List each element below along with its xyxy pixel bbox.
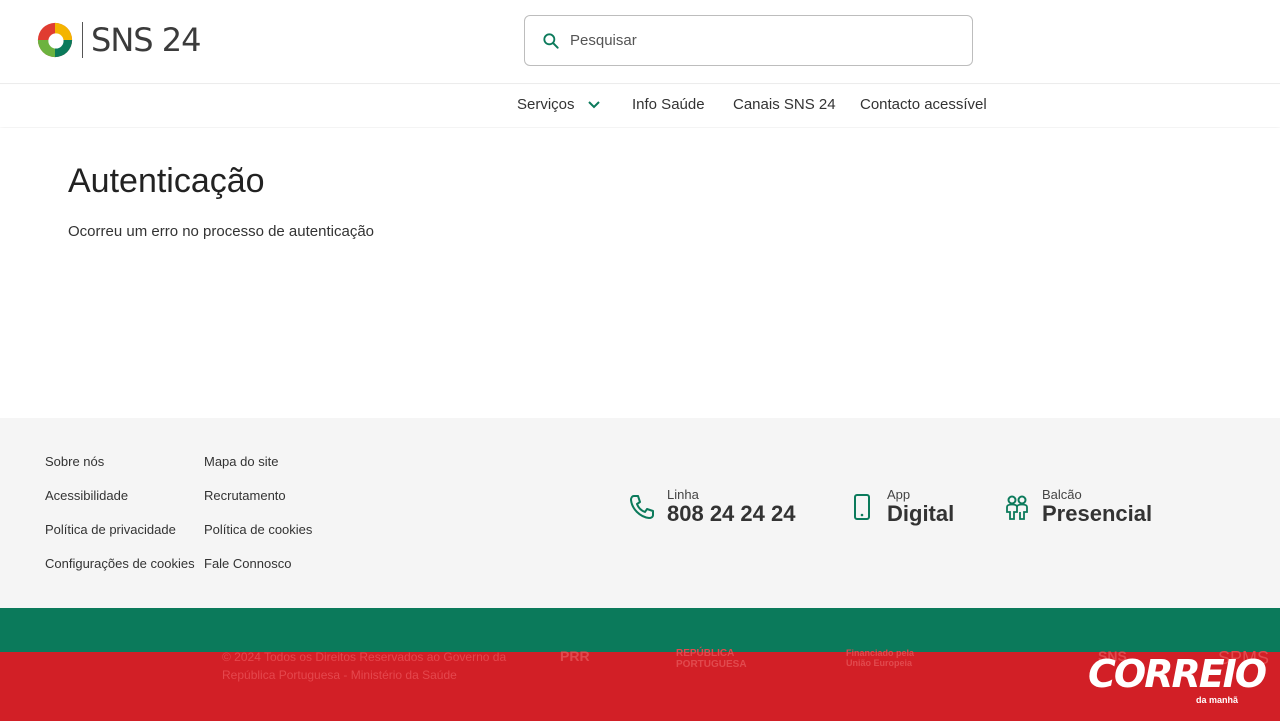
- channel-value: Digital: [887, 501, 955, 526]
- copyright-text: © 2024 Todos os Direitos Reservados ao G…: [222, 650, 507, 682]
- brand-name: SNS 24: [91, 21, 201, 59]
- footer-link-sobre-nos[interactable]: Sobre nós: [45, 454, 104, 469]
- smartphone-icon: [854, 494, 870, 520]
- nav-item-info-saude[interactable]: Info Saúde: [632, 96, 705, 113]
- footer-link-acessibilidade[interactable]: Acessibilidade: [45, 488, 128, 503]
- people-icon: [1006, 495, 1028, 520]
- channel-app[interactable]: App Digital: [847, 488, 954, 526]
- footer-link-configuracoes-cookies[interactable]: Configurações de cookies: [45, 556, 195, 571]
- site-header: SNS 24: [0, 0, 1280, 84]
- nav-item-canais-sns24[interactable]: Canais SNS 24: [733, 96, 836, 113]
- search-box[interactable]: [524, 15, 973, 66]
- site-footer: Sobre nós Acessibilidade Política de pri…: [0, 418, 1280, 608]
- channel-balcao[interactable]: Balcão Presencial: [1002, 488, 1152, 526]
- nav-label: Serviços: [517, 96, 575, 113]
- channel-label: Balcão: [1042, 487, 1082, 502]
- main-nav: Serviços Info Saúde Canais SNS 24 Contac…: [0, 85, 1280, 127]
- partner-logo-prr: PRR: [560, 648, 590, 664]
- nav-item-servicos[interactable]: Serviços: [517, 96, 601, 113]
- main-content: Autenticação Ocorreu um erro no processo…: [0, 128, 1280, 418]
- channel-label: App: [887, 487, 911, 502]
- channel-label: Linha: [667, 487, 699, 502]
- nav-item-contacto-acessivel[interactable]: Contacto acessível: [860, 96, 987, 113]
- channel-linha[interactable]: Linha 808 24 24 24: [627, 488, 795, 526]
- channel-value: 808 24 24 24: [667, 501, 796, 526]
- correio-watermark-subtitle: da manhã: [1196, 695, 1239, 705]
- sns24-logo[interactable]: SNS 24: [36, 20, 201, 60]
- search-input[interactable]: [570, 32, 950, 49]
- channel-value: Presencial: [1042, 501, 1153, 526]
- footer-link-fale-connosco[interactable]: Fale Connosco: [204, 556, 291, 571]
- partner-logo-republica: REPÚBLICA PORTUGUESA: [676, 648, 747, 670]
- chevron-down-icon: [587, 100, 600, 108]
- page-title: Autenticação: [68, 162, 265, 200]
- footer-link-mapa-site[interactable]: Mapa do site: [204, 454, 278, 469]
- search-icon: [543, 32, 559, 49]
- logo-divider: [82, 22, 83, 58]
- error-message: Ocorreu um erro no processo de autentica…: [68, 223, 374, 240]
- correio-watermark-logo: CORREIO: [1088, 652, 1267, 696]
- sns-logo-icon: [37, 22, 73, 58]
- phone-icon: [630, 495, 654, 519]
- footer-bottom-bar: [0, 608, 1280, 652]
- partner-logo-ue: Financiado pela União Europeia: [846, 648, 915, 668]
- footer-link-recrutamento[interactable]: Recrutamento: [204, 488, 286, 503]
- footer-link-politica-privacidade[interactable]: Política de privacidade: [45, 522, 176, 537]
- footer-link-politica-cookies[interactable]: Política de cookies: [204, 522, 312, 537]
